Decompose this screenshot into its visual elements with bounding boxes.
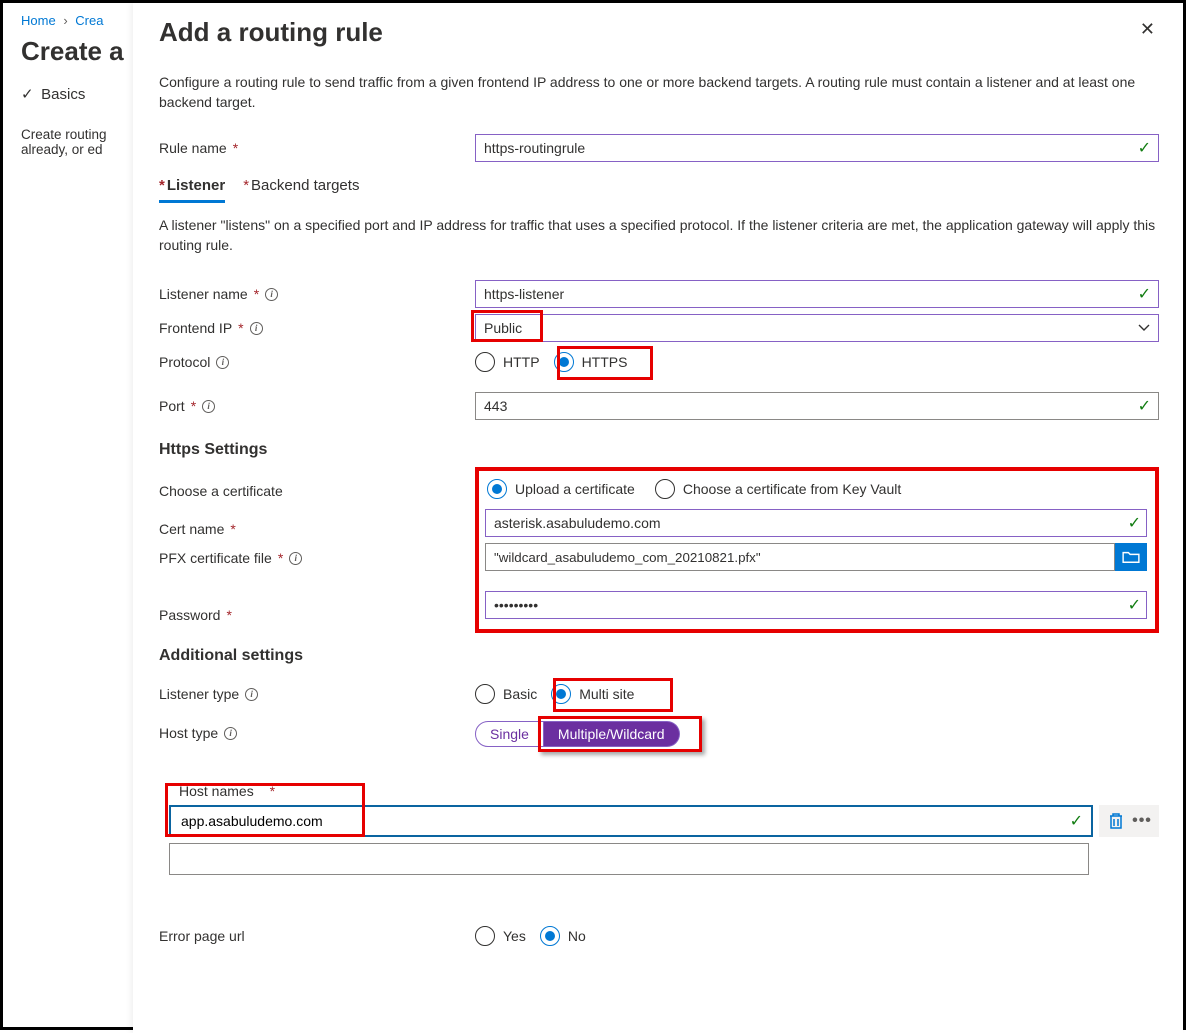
- info-icon[interactable]: i: [224, 727, 237, 740]
- label-frontend-ip: Frontend IP* i: [159, 320, 475, 336]
- wizard-step-basics[interactable]: ✓ Basics: [21, 85, 133, 103]
- listener-name-input[interactable]: [475, 280, 1159, 308]
- host-name-input-1[interactable]: [169, 805, 1093, 837]
- error-page-no-radio[interactable]: No: [540, 926, 586, 946]
- breadcrumb: Home › Crea: [21, 13, 133, 28]
- trash-icon: [1108, 812, 1124, 830]
- blade-add-routing-rule: Add a routing rule ✕ Configure a routing…: [133, 3, 1183, 1033]
- close-icon[interactable]: ✕: [1136, 13, 1159, 46]
- additional-settings-heading: Additional settings: [159, 647, 1159, 665]
- browse-file-button[interactable]: [1115, 543, 1147, 571]
- tab-backend-targets[interactable]: *Backend targets: [243, 175, 359, 203]
- label-protocol: Protocol i: [159, 354, 475, 370]
- cert-name-input[interactable]: [485, 509, 1147, 537]
- label-listener-name: Listener name* i: [159, 286, 475, 302]
- host-name-input-2[interactable]: [169, 843, 1089, 875]
- annotation-highlight: Upload a certificate Choose a certificat…: [475, 467, 1159, 633]
- error-page-yes-radio[interactable]: Yes: [475, 926, 526, 946]
- cert-upload-radio[interactable]: Upload a certificate: [487, 479, 635, 499]
- label-host-type: Host type i: [159, 721, 475, 741]
- cert-password-input[interactable]: [485, 591, 1147, 619]
- tab-listener[interactable]: *Listener: [159, 175, 225, 203]
- chevron-down-icon: [1138, 321, 1150, 333]
- host-type-multiple-pill[interactable]: Multiple/Wildcard: [544, 721, 680, 747]
- info-icon[interactable]: i: [245, 688, 258, 701]
- pfx-file-display: [485, 543, 1115, 571]
- page-title: Create a: [21, 36, 133, 67]
- host-type-single-pill[interactable]: Single: [475, 721, 544, 747]
- rule-name-input[interactable]: [475, 134, 1159, 162]
- blade-title: Add a routing rule: [159, 17, 383, 48]
- protocol-http-radio[interactable]: HTTP: [475, 352, 540, 372]
- frontend-ip-select[interactable]: Public: [475, 314, 1159, 342]
- listener-type-basic-radio[interactable]: Basic: [475, 684, 537, 704]
- label-choose-certificate: Choose a certificate: [159, 477, 475, 505]
- label-port: Port* i: [159, 398, 475, 414]
- label-host-names: Host names *: [159, 783, 1159, 799]
- blade-intro-text: Configure a routing rule to send traffic…: [159, 72, 1159, 113]
- cert-keyvault-radio[interactable]: Choose a certificate from Key Vault: [655, 479, 901, 499]
- port-input[interactable]: [475, 392, 1159, 420]
- info-icon[interactable]: i: [250, 322, 263, 335]
- https-settings-heading: Https Settings: [159, 441, 1159, 459]
- wizard-step-label: Basics: [41, 86, 85, 103]
- listener-tab-desc: A listener "listens" on a specified port…: [159, 215, 1159, 256]
- info-icon[interactable]: i: [289, 552, 302, 565]
- chevron-right-icon: ›: [63, 13, 67, 28]
- label-pfx-file: PFX certificate file* i: [159, 543, 475, 573]
- protocol-https-radio[interactable]: HTTPS: [554, 352, 628, 372]
- info-icon[interactable]: i: [265, 288, 278, 301]
- listener-type-multi-radio[interactable]: Multi site: [551, 684, 634, 704]
- breadcrumb-home-link[interactable]: Home: [21, 13, 56, 28]
- info-icon[interactable]: i: [216, 356, 229, 369]
- delete-host-button[interactable]: [1103, 808, 1129, 834]
- label-listener-type: Listener type i: [159, 686, 475, 702]
- label-password: Password*: [159, 601, 475, 629]
- label-rule-name: Rule name*: [159, 140, 475, 156]
- ellipsis-icon: •••: [1132, 812, 1152, 830]
- checkmark-icon: ✓: [21, 85, 37, 103]
- frontend-ip-value: Public: [484, 320, 522, 336]
- under-description: Create routing already, or ed: [21, 127, 133, 157]
- breadcrumb-next-link[interactable]: Crea: [75, 13, 103, 28]
- label-cert-name: Cert name*: [159, 515, 475, 543]
- label-error-page-url: Error page url: [159, 928, 475, 944]
- info-icon[interactable]: i: [202, 400, 215, 413]
- folder-icon: [1122, 550, 1140, 564]
- more-options-button[interactable]: •••: [1129, 808, 1155, 834]
